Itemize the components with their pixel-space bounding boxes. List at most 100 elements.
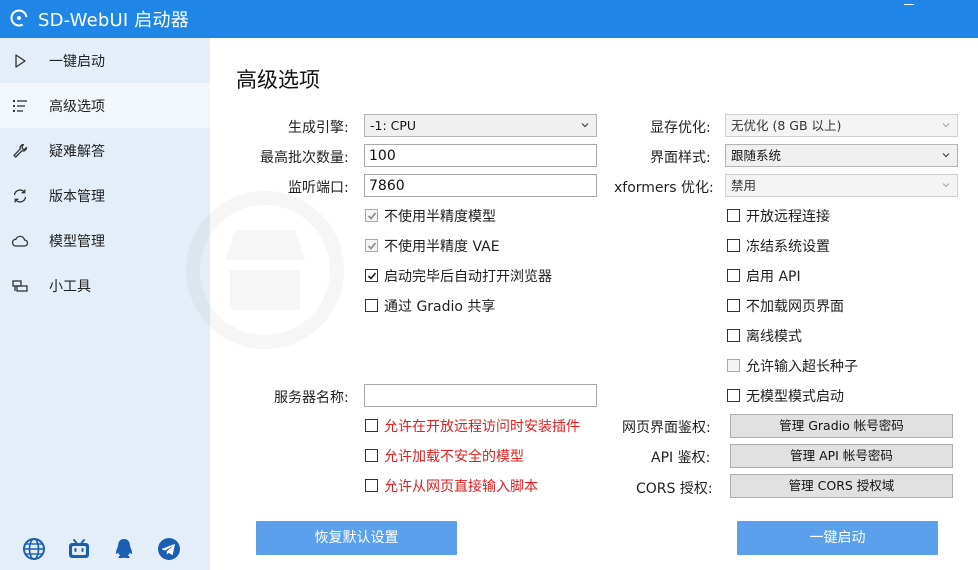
xformers-label: xformers 优化:	[614, 180, 714, 196]
checkbox-box	[727, 329, 740, 342]
wrench-icon	[13, 143, 28, 158]
page-title: 高级选项	[236, 68, 320, 92]
webui-auth-label: 网页界面鉴权:	[622, 420, 711, 436]
manage-api-auth-button[interactable]: 管理 API 帐号密码	[730, 444, 953, 468]
reset-defaults-button[interactable]: 恢复默认设置	[256, 521, 457, 555]
checkbox-label: 允许从网页直接输入脚本	[384, 479, 538, 495]
checkbox-box	[365, 209, 378, 222]
server-name-label: 服务器名称:	[274, 390, 349, 406]
checkbox-label: 不使用半精度 VAE	[384, 239, 500, 255]
sidebar-item-label: 高级选项	[49, 99, 105, 115]
engine-select[interactable]: -1: CPU	[364, 114, 597, 137]
checkbox-label: 启动完毕后自动打开浏览器	[384, 269, 552, 285]
xformers-select-value: 禁用	[731, 178, 757, 193]
checkbox-box	[727, 299, 740, 312]
autolaunch-browser-checkbox[interactable]: 启动完毕后自动打开浏览器	[365, 266, 585, 286]
sidebar-item-label: 一键启动	[49, 54, 105, 70]
allow-extension-install-checkbox[interactable]: 允许在开放远程访问时安装插件	[365, 416, 595, 436]
check-icon	[367, 212, 377, 220]
no-model-mode-checkbox[interactable]: 无模型模式启动	[727, 386, 927, 406]
checkbox-box	[365, 449, 378, 462]
cloud-icon	[11, 235, 29, 247]
checkbox-label: 通过 Gradio 共享	[384, 299, 496, 315]
checkbox-box	[727, 359, 740, 372]
port-input[interactable]	[364, 174, 597, 197]
checkbox-label: 不加载网页界面	[746, 299, 844, 315]
app-logo-icon	[10, 9, 28, 27]
play-icon	[15, 54, 26, 68]
toolbox-icon	[12, 280, 28, 292]
checkbox-box	[365, 299, 378, 312]
chevron-down-icon	[942, 153, 950, 158]
chevron-down-icon	[581, 123, 589, 128]
bilibili-icon[interactable]	[67, 537, 91, 561]
qq-icon[interactable]	[112, 537, 136, 561]
check-icon	[367, 272, 377, 280]
checkbox-box	[727, 239, 740, 252]
batch-label: 最高批次数量:	[260, 150, 349, 166]
chevron-down-icon	[942, 183, 950, 188]
server-name-input[interactable]	[364, 384, 597, 407]
sidebar-item-models[interactable]: 模型管理	[0, 218, 210, 263]
refresh-icon	[13, 189, 27, 203]
batch-count-input[interactable]	[364, 144, 597, 167]
nowebui-checkbox[interactable]: 不加载网页界面	[727, 296, 927, 316]
sidebar-item-troubleshoot[interactable]: 疑难解答	[0, 128, 210, 173]
sidebar-item-tools[interactable]: 小工具	[0, 263, 210, 308]
no-half-model-checkbox[interactable]: 不使用半精度模型	[365, 206, 565, 226]
checkbox-label: 启用 API	[746, 269, 801, 285]
freeze-settings-checkbox[interactable]: 冻结系统设置	[727, 236, 927, 256]
sidebar-item-launch[interactable]: 一键启动	[0, 38, 210, 83]
checkbox-box	[365, 269, 378, 282]
listen-remote-checkbox[interactable]: 开放远程连接	[727, 206, 927, 226]
vram-label: 显存优化:	[650, 120, 711, 136]
sidebar-item-label: 模型管理	[49, 234, 105, 250]
telegram-icon[interactable]	[157, 537, 181, 561]
checkbox-label: 冻结系统设置	[746, 239, 830, 255]
checkbox-label: 开放远程连接	[746, 209, 830, 225]
sidebar-item-label: 版本管理	[49, 189, 105, 205]
allow-code-checkbox[interactable]: 允许从网页直接输入脚本	[365, 476, 565, 496]
theme-select-value: 跟随系统	[731, 148, 782, 163]
engine-select-value: -1: CPU	[370, 118, 417, 133]
checkbox-label: 无模型模式启动	[746, 389, 844, 405]
sidebar: 一键启动 高级选项 疑难解答 版本管理 模型管理 小工具	[0, 38, 210, 570]
allow-unsafe-models-checkbox[interactable]: 允许加载不安全的模型	[365, 446, 565, 466]
checkbox-label: 离线模式	[746, 329, 802, 345]
long-seed-checkbox[interactable]: 允许输入超长种子	[727, 356, 927, 376]
globe-icon[interactable]	[22, 537, 46, 561]
title-bar: SD-WebUI 启动器	[0, 0, 978, 38]
gradio-share-checkbox[interactable]: 通过 Gradio 共享	[365, 296, 565, 316]
no-half-vae-checkbox[interactable]: 不使用半精度 VAE	[365, 236, 565, 256]
check-icon	[367, 242, 377, 250]
theme-select[interactable]: 跟随系统	[725, 144, 958, 167]
api-auth-label: API 鉴权:	[651, 450, 711, 466]
port-label: 监听端口:	[288, 180, 349, 196]
checkbox-box	[727, 389, 740, 402]
enable-api-checkbox[interactable]: 启用 API	[727, 266, 927, 286]
checkbox-box	[727, 209, 740, 222]
cors-label: CORS 授权:	[636, 481, 713, 497]
checkbox-label: 不使用半精度模型	[384, 209, 496, 225]
window-title: SD-WebUI 启动器	[38, 10, 189, 31]
checkbox-box	[365, 479, 378, 492]
manage-cors-button[interactable]: 管理 CORS 授权域	[730, 474, 953, 498]
engine-label: 生成引擎:	[288, 120, 349, 136]
checkbox-box	[727, 269, 740, 282]
offline-mode-checkbox[interactable]: 离线模式	[727, 326, 927, 346]
sidebar-item-versions[interactable]: 版本管理	[0, 173, 210, 218]
checkbox-label: 允许输入超长种子	[746, 359, 858, 375]
sidebar-item-label: 小工具	[49, 279, 91, 295]
xformers-select[interactable]: 禁用	[725, 174, 958, 197]
minimize-button[interactable]	[898, 0, 920, 14]
launch-button[interactable]: 一键启动	[737, 521, 938, 555]
sidebar-item-label: 疑难解答	[49, 144, 105, 160]
checkbox-box	[365, 419, 378, 432]
checkbox-label: 允许加载不安全的模型	[384, 449, 524, 465]
sidebar-item-advanced[interactable]: 高级选项	[0, 83, 210, 128]
theme-label: 界面样式:	[650, 150, 711, 166]
vram-select[interactable]: 无优化 (8 GB 以上)	[725, 114, 958, 137]
vram-select-value: 无优化 (8 GB 以上)	[731, 118, 842, 133]
manage-gradio-auth-button[interactable]: 管理 Gradio 帐号密码	[730, 414, 953, 438]
chevron-down-icon	[942, 123, 950, 128]
